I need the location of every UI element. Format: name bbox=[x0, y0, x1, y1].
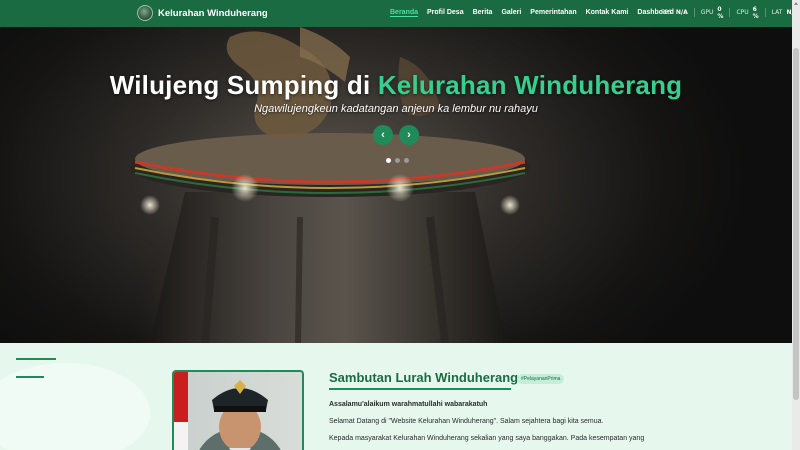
brand-name: Kelurahan Winduherang bbox=[158, 7, 268, 19]
hero-title-accent: Kelurahan Winduherang bbox=[377, 70, 683, 100]
welcome-title: Sambutan Lurah Winduherang bbox=[329, 370, 519, 385]
hero-title-prefix: Wilujeng Sumping di bbox=[109, 70, 378, 100]
perf-lat-label: LAT bbox=[771, 9, 783, 16]
chevron-left-icon: ‹ bbox=[381, 129, 385, 141]
lurah-portrait-image bbox=[174, 372, 281, 450]
perf-gpu-value: 0 % bbox=[717, 5, 724, 20]
nav-item-pemerintahan[interactable]: Pemerintahan bbox=[530, 9, 576, 16]
carousel-prev-button[interactable]: ‹ bbox=[373, 125, 393, 145]
hero-title: Wilujeng Sumping di Kelurahan Winduheran… bbox=[0, 70, 792, 101]
perf-fps-label: FPS bbox=[661, 9, 672, 16]
navbar: Kelurahan Winduherang Beranda Profil Des… bbox=[0, 0, 798, 27]
hashtag-badge: #PelayananPrima bbox=[517, 374, 565, 384]
perf-fps: FPS N/A bbox=[661, 8, 695, 17]
carousel-dot-1[interactable] bbox=[386, 158, 391, 163]
welcome-section: Sambutan Lurah Winduherang #PelayananPri… bbox=[0, 343, 792, 450]
hero-subtitle: Ngawilujengkeun kadatangan anjeun ka lem… bbox=[254, 103, 538, 115]
perf-monitor: FPS N/A GPU 0 % CPU 6 % LAT N/A bbox=[661, 5, 798, 20]
decorative-line bbox=[16, 358, 56, 360]
carousel-dot-3[interactable] bbox=[404, 158, 409, 163]
nav-item-beranda[interactable]: Beranda bbox=[390, 9, 418, 16]
nav-menu: Beranda Profil Desa Berita Galeri Pemeri… bbox=[390, 9, 683, 16]
hero-carousel: Wilujeng Sumping di Kelurahan Winduheran… bbox=[0, 27, 792, 343]
welcome-greeting: Assalamu'alaikum warahmatullahi wabaraka… bbox=[329, 401, 488, 408]
scroll-up-arrow-icon[interactable] bbox=[794, 2, 798, 5]
perf-fps-value: N/A bbox=[675, 9, 688, 16]
decorative-line bbox=[16, 376, 44, 378]
welcome-title-underline bbox=[329, 388, 511, 390]
perf-cpu-value: 6 % bbox=[752, 5, 759, 20]
page-scrollbar[interactable] bbox=[792, 0, 800, 450]
perf-cpu-label: CPU bbox=[736, 9, 749, 16]
scrollbar-thumb[interactable] bbox=[793, 48, 799, 400]
perf-gpu-label: GPU bbox=[700, 9, 714, 16]
welcome-paragraph-2: Kepada masyarakat Kelurahan Winduherang … bbox=[329, 435, 645, 442]
lurah-photo bbox=[172, 370, 304, 450]
brand[interactable]: Kelurahan Winduherang bbox=[137, 5, 268, 21]
carousel-dot-2[interactable] bbox=[395, 158, 400, 163]
nav-item-berita[interactable]: Berita bbox=[473, 9, 493, 16]
perf-cpu: CPU 6 % bbox=[730, 5, 766, 20]
logo-icon bbox=[137, 5, 153, 21]
nav-item-galeri[interactable]: Galeri bbox=[501, 9, 521, 16]
nav-item-kontak-kami[interactable]: Kontak Kami bbox=[586, 9, 629, 16]
nav-item-profil-desa[interactable]: Profil Desa bbox=[427, 9, 464, 16]
carousel-indicators bbox=[386, 158, 409, 163]
carousel-next-button[interactable]: › bbox=[399, 125, 419, 145]
chevron-right-icon: › bbox=[407, 129, 411, 141]
welcome-paragraph-1: Selamat Datang di "Website Kelurahan Win… bbox=[329, 418, 604, 425]
perf-gpu: GPU 0 % bbox=[695, 5, 731, 20]
